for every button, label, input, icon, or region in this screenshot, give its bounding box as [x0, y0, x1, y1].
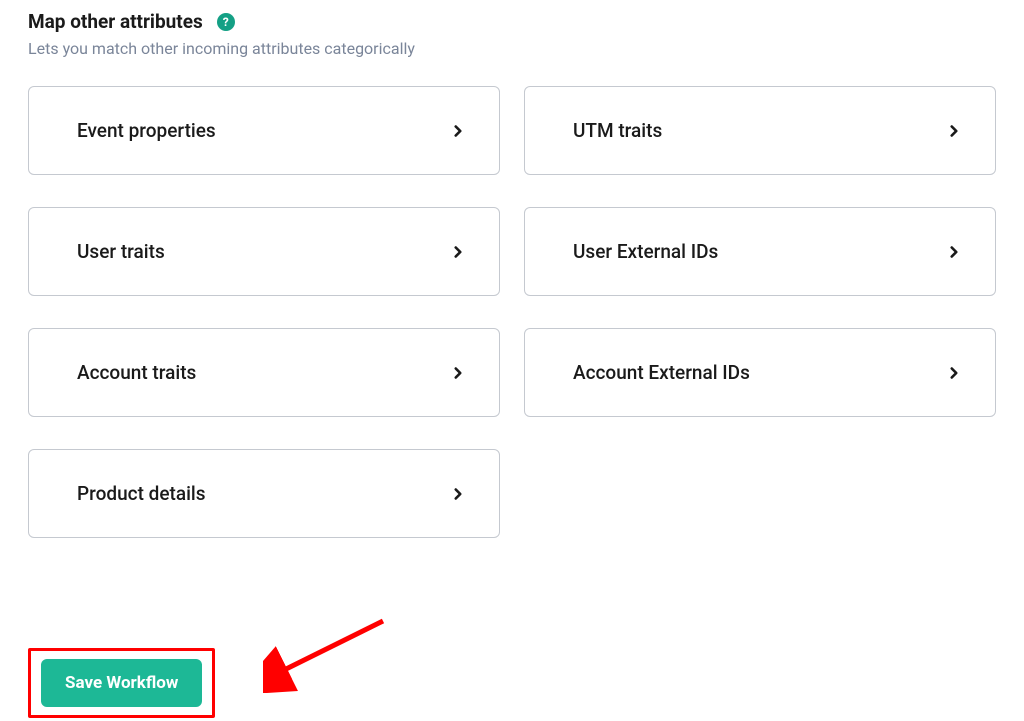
section-header: Map other attributes ?	[28, 10, 996, 33]
chevron-right-icon	[945, 122, 963, 140]
card-label: UTM traits	[573, 119, 662, 142]
save-workflow-button[interactable]: Save Workflow	[41, 659, 202, 707]
card-label: Product details	[77, 482, 206, 505]
chevron-right-icon	[449, 122, 467, 140]
chevron-right-icon	[449, 364, 467, 382]
card-label: User External IDs	[573, 240, 718, 263]
card-product-details[interactable]: Product details	[28, 449, 500, 538]
card-utm-traits[interactable]: UTM traits	[524, 86, 996, 175]
card-event-properties[interactable]: Event properties	[28, 86, 500, 175]
card-label: Event properties	[77, 119, 216, 142]
card-label: User traits	[77, 240, 165, 263]
chevron-right-icon	[449, 485, 467, 503]
card-account-external-ids[interactable]: Account External IDs	[524, 328, 996, 417]
attribute-cards-grid: Event properties UTM traits User traits …	[28, 86, 996, 538]
chevron-right-icon	[945, 364, 963, 382]
chevron-right-icon	[449, 243, 467, 261]
section-subtitle: Lets you match other incoming attributes…	[28, 39, 996, 58]
help-icon[interactable]: ?	[217, 13, 235, 31]
card-account-traits[interactable]: Account traits	[28, 328, 500, 417]
card-user-external-ids[interactable]: User External IDs	[524, 207, 996, 296]
card-label: Account traits	[77, 361, 196, 384]
annotation-arrow-icon	[263, 613, 393, 693]
section-title: Map other attributes	[28, 10, 203, 33]
chevron-right-icon	[945, 243, 963, 261]
card-label: Account External IDs	[573, 361, 750, 384]
annotation-highlight-box: Save Workflow	[28, 648, 215, 718]
card-user-traits[interactable]: User traits	[28, 207, 500, 296]
